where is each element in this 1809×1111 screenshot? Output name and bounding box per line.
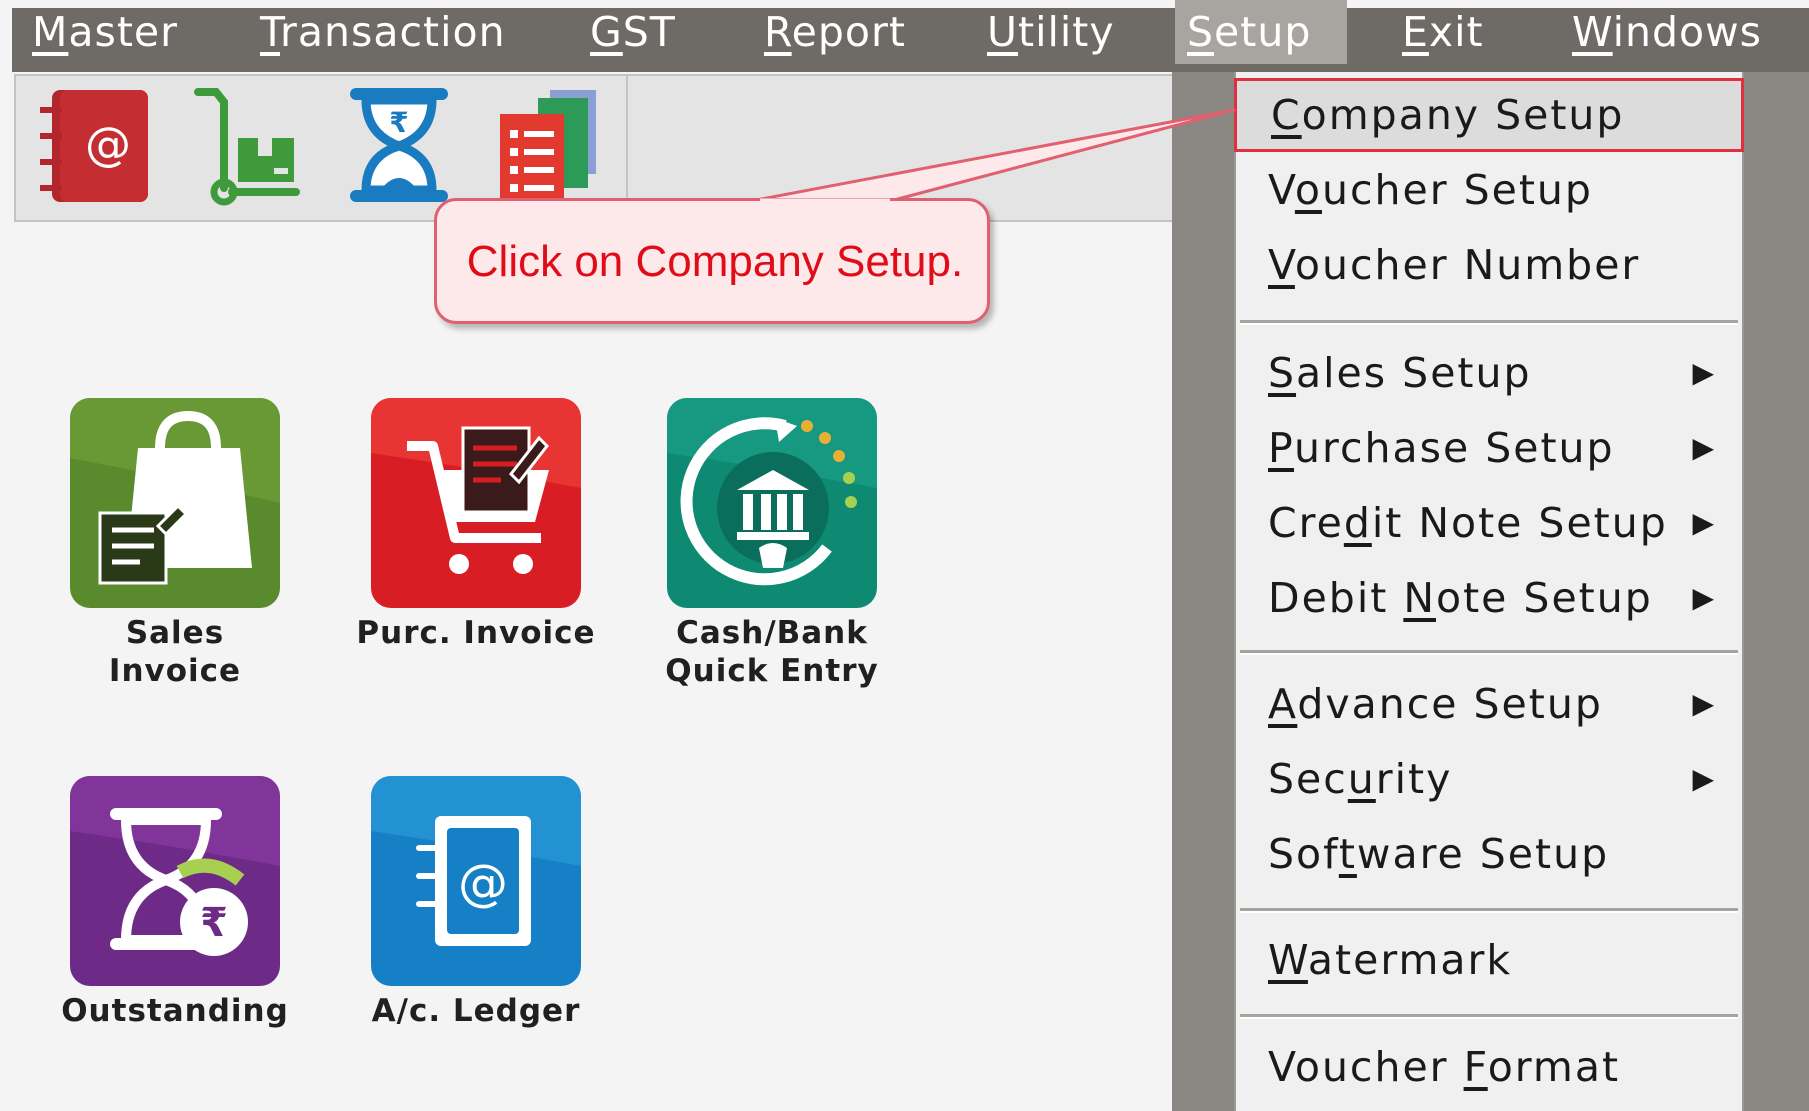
- hand-truck-icon[interactable]: [192, 84, 312, 208]
- menu-transaction[interactable]: Transaction: [248, 0, 518, 64]
- hourglass-rupee-icon[interactable]: ₹: [342, 84, 462, 208]
- svg-text:@: @: [458, 854, 508, 912]
- instruction-callout: Click on Company Setup.: [434, 198, 990, 324]
- menu-separator: [1240, 650, 1738, 655]
- menu-exit[interactable]: Exit: [1390, 0, 1496, 64]
- menu-gst[interactable]: GST: [578, 0, 688, 64]
- submenu-arrow-icon: ▶: [1692, 687, 1716, 720]
- svg-text:₹: ₹: [200, 900, 228, 946]
- ac-ledger-tile[interactable]: @: [371, 776, 581, 986]
- menu-item-watermark[interactable]: Watermark: [1234, 923, 1744, 997]
- menu-item-voucher-format[interactable]: Voucher Format: [1234, 1030, 1744, 1104]
- menu-report[interactable]: Report: [752, 0, 918, 64]
- purchase-invoice-tile[interactable]: [371, 398, 581, 608]
- menu-setup[interactable]: Setup: [1175, 0, 1347, 64]
- menu-separator: [1240, 1014, 1738, 1019]
- menu-master[interactable]: Master: [20, 0, 190, 64]
- menu-separator: [1240, 908, 1738, 913]
- menu-item-voucher-number[interactable]: Voucher Number: [1234, 228, 1744, 302]
- outstanding-label: Outstanding: [61, 993, 289, 1029]
- menu-item-sales-setup[interactable]: Sales Setup ▶: [1234, 336, 1744, 410]
- outstanding-tile[interactable]: ₹: [70, 776, 280, 986]
- submenu-arrow-icon: ▶: [1692, 356, 1716, 389]
- menu-item-company-setup[interactable]: Company Setup: [1234, 78, 1744, 152]
- callout-text: Click on Company Setup.: [466, 237, 964, 286]
- address-book-icon[interactable]: @: [34, 84, 154, 208]
- submenu-arrow-icon: ▶: [1692, 762, 1716, 795]
- ac-ledger-label: A/c. Ledger: [371, 993, 581, 1029]
- svg-text:@: @: [85, 117, 131, 171]
- cash-bank-tile[interactable]: [667, 398, 877, 608]
- menu-item-voucher-setup[interactable]: Voucher Setup: [1234, 153, 1744, 227]
- menu-utility[interactable]: Utility: [975, 0, 1127, 64]
- cash-bank-label: Cash/Bank Quick Entry: [665, 615, 879, 689]
- submenu-arrow-icon: ▶: [1692, 431, 1716, 464]
- submenu-arrow-icon: ▶: [1692, 506, 1716, 539]
- menu-item-credit-note-setup[interactable]: Credit Note Setup ▶: [1234, 486, 1744, 560]
- menu-item-purchase-setup[interactable]: Purchase Setup ▶: [1234, 411, 1744, 485]
- purchase-invoice-label: Purc. Invoice: [356, 615, 596, 651]
- menu-windows[interactable]: Windows: [1560, 0, 1774, 64]
- menu-item-security[interactable]: Security ▶: [1234, 742, 1744, 816]
- submenu-arrow-icon: ▶: [1692, 581, 1716, 614]
- documents-stack-icon[interactable]: [490, 84, 610, 208]
- sales-invoice-label: Sales Invoice: [108, 615, 242, 689]
- menu-separator: [1240, 320, 1738, 325]
- sales-invoice-tile[interactable]: [70, 398, 280, 608]
- menu-item-software-setup[interactable]: Software Setup: [1234, 817, 1744, 891]
- menu-item-debit-note-setup[interactable]: Debit Note Setup ▶: [1234, 561, 1744, 635]
- svg-text:₹: ₹: [389, 106, 408, 139]
- menu-item-advance-setup[interactable]: Advance Setup ▶: [1234, 667, 1744, 741]
